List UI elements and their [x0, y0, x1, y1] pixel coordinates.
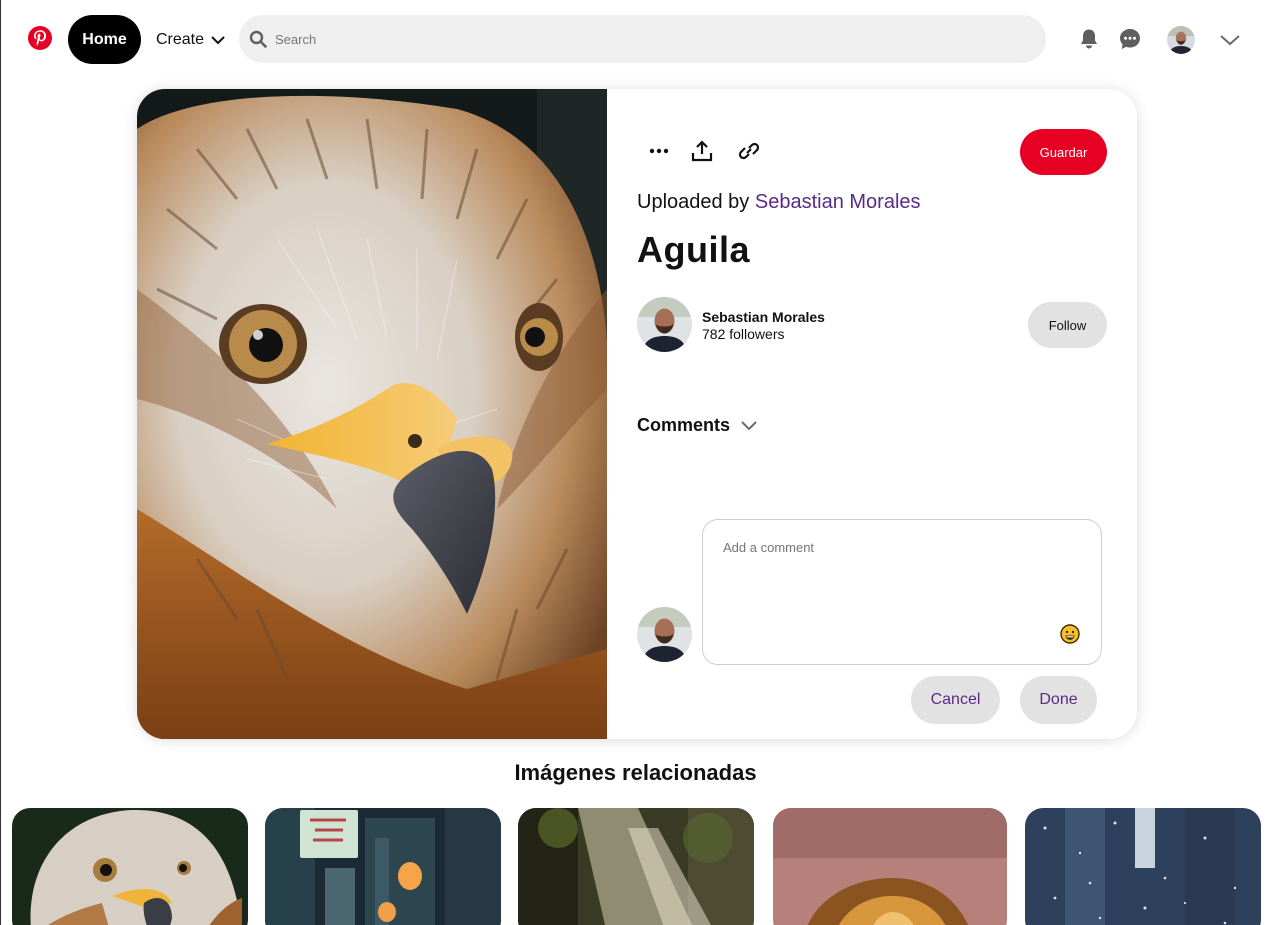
link-icon[interactable] — [735, 137, 763, 165]
chat-bubble-icon[interactable] — [1117, 26, 1143, 52]
emoji-icon[interactable] — [1060, 624, 1080, 644]
follow-button[interactable]: Follow — [1028, 302, 1107, 348]
comments-label: Comments — [637, 415, 731, 435]
related-pin-lion[interactable] — [773, 808, 1007, 925]
search-bar[interactable] — [239, 15, 1046, 63]
uploaded-by-prefix: Uploaded by — [637, 191, 750, 213]
owner-followers-count: 782 followers — [702, 326, 785, 342]
pinterest-logo-icon[interactable] — [27, 25, 53, 51]
related-pin-eagle[interactable] — [12, 808, 248, 925]
pin-image — [137, 89, 607, 739]
account-menu-chevron-icon[interactable] — [1218, 28, 1242, 52]
cancel-button[interactable]: Cancel — [911, 676, 1000, 724]
pin-card: Guardar Uploaded by Sebastian Morales Ag… — [137, 89, 1137, 739]
top-navbar: Home Create — [1, 0, 1269, 80]
search-input[interactable] — [275, 31, 975, 47]
user-avatar[interactable] — [1167, 26, 1195, 54]
pin-title: Aguila — [637, 229, 751, 270]
search-icon — [249, 30, 267, 48]
related-pin-snow[interactable] — [1025, 808, 1261, 925]
related-pin-forest[interactable] — [518, 808, 754, 925]
pin-details-panel: Guardar Uploaded by Sebastian Morales Ag… — [607, 89, 1137, 739]
share-upload-icon[interactable] — [688, 137, 716, 165]
bell-icon[interactable] — [1076, 26, 1102, 52]
home-button[interactable]: Home — [68, 15, 141, 64]
more-dots-icon[interactable] — [645, 137, 673, 165]
related-images-heading: Imágenes relacionadas — [514, 760, 757, 785]
chevron-down-icon — [211, 35, 225, 44]
comment-box[interactable] — [702, 519, 1102, 665]
comments-toggle[interactable]: Comments — [637, 415, 758, 436]
chevron-down-icon — [741, 420, 757, 430]
uploader-link[interactable]: Sebastian Morales — [755, 191, 921, 213]
related-pin-street[interactable] — [265, 808, 501, 925]
comment-input[interactable] — [723, 540, 1063, 620]
save-button[interactable]: Guardar — [1020, 129, 1107, 175]
done-button[interactable]: Done — [1020, 676, 1097, 724]
commenter-avatar — [637, 607, 692, 662]
owner-avatar[interactable] — [637, 297, 692, 352]
create-menu-button[interactable]: Create — [156, 15, 226, 64]
uploaded-by-line: Uploaded by Sebastian Morales — [637, 191, 921, 214]
create-label: Create — [156, 30, 205, 48]
owner-name[interactable]: Sebastian Morales — [702, 309, 825, 325]
